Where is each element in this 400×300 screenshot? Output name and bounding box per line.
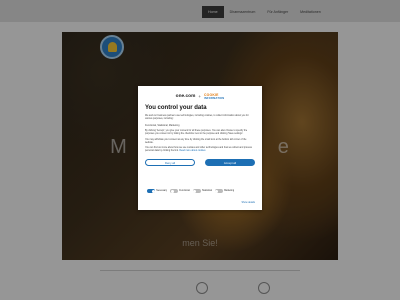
accept-all-button[interactable]: Accept all bbox=[205, 159, 255, 167]
switch-statistical[interactable] bbox=[192, 189, 201, 193]
deny-all-button[interactable]: Deny all bbox=[145, 159, 195, 167]
show-details-link[interactable]: Show details bbox=[241, 201, 255, 204]
switch-knob bbox=[215, 189, 219, 193]
switch-necessary[interactable] bbox=[147, 189, 155, 193]
cookie-consent-dialog: one.com + COOKIE INFORMATION You control… bbox=[138, 86, 262, 210]
badge-bottom: INFORMATION bbox=[204, 96, 225, 100]
switch-knob bbox=[193, 189, 197, 193]
consent-buttons: Deny all Accept all bbox=[145, 159, 255, 167]
switch-knob bbox=[170, 189, 174, 193]
toggle-label-functional: Functional bbox=[179, 190, 190, 192]
switch-marketing[interactable] bbox=[214, 189, 223, 193]
brand-header: one.com + COOKIE INFORMATION bbox=[145, 93, 255, 100]
switch-knob bbox=[151, 189, 155, 193]
consent-categories: Functional, Statistical, Marketing bbox=[145, 123, 180, 127]
consent-toggles: Necessary Functional Statistical Marketi… bbox=[147, 189, 234, 193]
switch-functional[interactable] bbox=[170, 189, 179, 193]
consent-paragraph-4-wrap: You can find out more about how we use c… bbox=[145, 147, 255, 153]
toggle-marketing[interactable]: Marketing bbox=[214, 189, 235, 193]
read-more-link[interactable]: Read more about cookies bbox=[179, 150, 205, 152]
toggle-label-marketing: Marketing bbox=[224, 190, 235, 192]
brand-name: one.com bbox=[175, 94, 196, 99]
consent-paragraph-2: By clicking 'Accept', you give your cons… bbox=[145, 129, 248, 135]
toggle-statistical[interactable]: Statistical bbox=[192, 189, 212, 193]
consent-paragraph-1: We and our business partners use technol… bbox=[145, 115, 249, 120]
toggle-functional[interactable]: Functional bbox=[170, 189, 190, 193]
toggle-label-necessary: Necessary bbox=[156, 190, 168, 192]
toggle-label-statistical: Statistical bbox=[202, 190, 212, 192]
consent-paragraph-3: You may withdraw your consent at any tim… bbox=[145, 138, 247, 144]
toggle-necessary[interactable]: Necessary bbox=[147, 189, 167, 193]
consent-title: You control your data bbox=[145, 105, 207, 111]
cookie-information-logo: COOKIE INFORMATION bbox=[204, 93, 225, 100]
brand-plus: + bbox=[198, 94, 202, 99]
